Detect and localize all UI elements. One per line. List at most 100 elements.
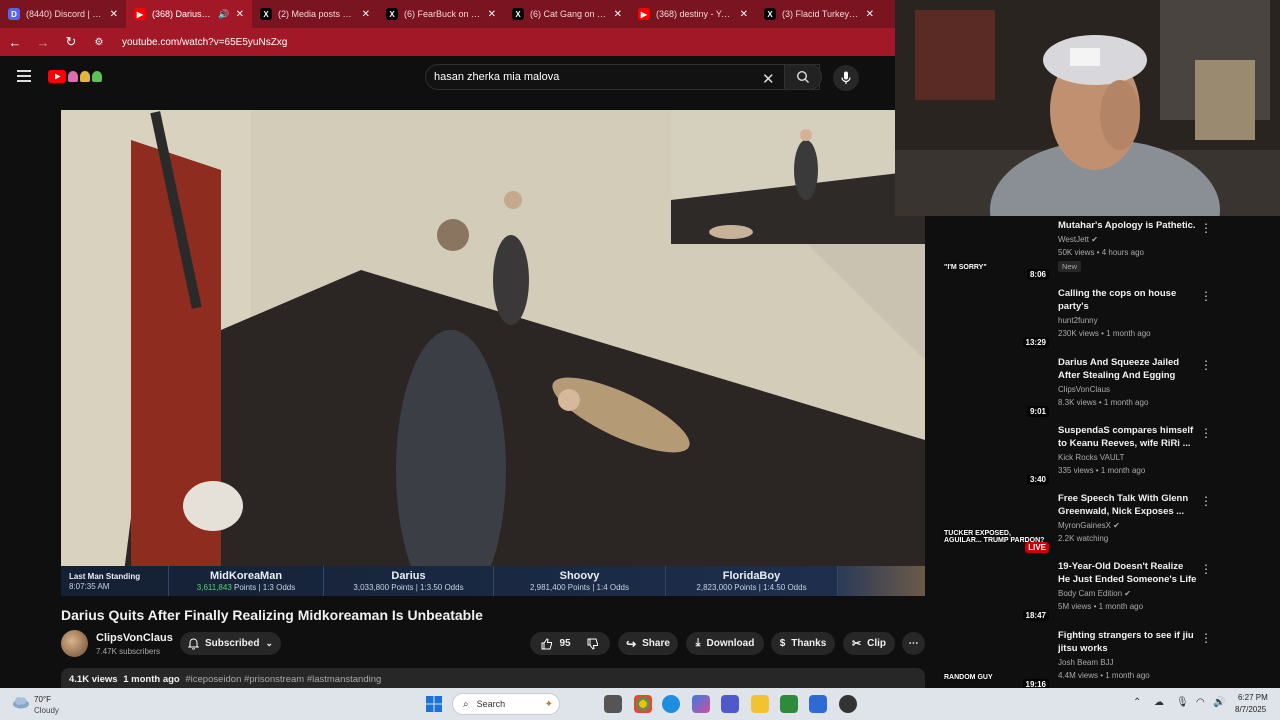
like-count: 95 bbox=[559, 638, 571, 649]
video-thumbnail[interactable]: 9:01 bbox=[940, 356, 1053, 420]
microphone-tray-icon[interactable]: 🎙 bbox=[1176, 697, 1189, 708]
more-actions-button[interactable]: ⋯ bbox=[902, 632, 925, 655]
tray-chevron-icon[interactable]: ⌃ bbox=[1133, 697, 1141, 708]
task-view-icon[interactable] bbox=[604, 695, 622, 713]
like-dislike-button[interactable]: 95 bbox=[530, 632, 610, 655]
voice-search-button[interactable] bbox=[833, 65, 859, 91]
browser-tab[interactable]: X (3) Flacid Turkey Saus ✕ bbox=[756, 0, 882, 28]
search-button[interactable] bbox=[784, 64, 822, 90]
related-channel-name[interactable]: hunt2funny bbox=[1058, 316, 1098, 325]
windows-start-icon[interactable] bbox=[426, 696, 442, 712]
xbox-icon[interactable] bbox=[780, 695, 798, 713]
related-video-item[interactable]: 13:29 Calling the cops on house party's hu… bbox=[940, 287, 1220, 351]
more-vert-icon[interactable]: ⋮ bbox=[1200, 562, 1212, 576]
close-tab-icon[interactable]: ✕ bbox=[362, 9, 370, 20]
related-video-title[interactable]: SuspendaS compares himself to Keanu Reev… bbox=[1058, 424, 1198, 450]
browser-tab[interactable]: X (6) Cat Gang on X: "N ✕ bbox=[504, 0, 630, 28]
chrome-icon[interactable] bbox=[634, 695, 652, 713]
thumbs-up-icon[interactable] bbox=[541, 637, 553, 650]
related-video-item[interactable]: 9:01 Darius And Squeeze Jailed After Stea… bbox=[940, 356, 1220, 420]
weather-cloud-icon[interactable] bbox=[12, 695, 30, 709]
clip-button[interactable]: ✂ Clip bbox=[843, 632, 895, 655]
related-video-item[interactable]: RANDOM GUY 19:16 Fighting strangers to see… bbox=[940, 629, 1220, 693]
more-vert-icon[interactable]: ⋮ bbox=[1200, 631, 1212, 645]
thumbs-down-icon[interactable] bbox=[587, 638, 599, 650]
cloud-sync-icon[interactable]: ☁ bbox=[1154, 697, 1164, 708]
clock-date[interactable]: 8/7/2025 bbox=[1235, 705, 1266, 714]
description-box[interactable]: 4.1K views 1 month ago #iceposeidon #pri… bbox=[61, 668, 925, 690]
more-vert-icon[interactable]: ⋮ bbox=[1200, 221, 1212, 235]
more-vert-icon[interactable]: ⋮ bbox=[1200, 358, 1212, 372]
close-tab-icon[interactable]: ✕ bbox=[614, 9, 622, 20]
related-video-item[interactable]: TUCKER EXPOSED, AGUILAR... TRUMP PARDON?… bbox=[940, 492, 1220, 556]
related-channel-name[interactable]: WestJett bbox=[1058, 235, 1089, 244]
subscribed-button[interactable]: Subscribed ⌄ bbox=[180, 632, 281, 655]
close-tab-icon[interactable]: ✕ bbox=[488, 9, 496, 20]
video-thumbnail[interactable]: TUCKER EXPOSED, AGUILAR... TRUMP PARDON?… bbox=[940, 492, 1053, 556]
search-input[interactable]: hasan zherka mia malova bbox=[425, 64, 820, 90]
hamburger-menu-icon[interactable] bbox=[17, 70, 31, 82]
store-icon[interactable] bbox=[809, 695, 827, 713]
browser-tab[interactable]: ▶ (368) destiny - YouTu ✕ bbox=[630, 0, 756, 28]
related-channel-name[interactable]: MyronGainesX bbox=[1058, 521, 1111, 530]
forward-icon[interactable]: → bbox=[36, 35, 50, 50]
video-player[interactable] bbox=[61, 110, 925, 596]
close-tab-icon[interactable]: ✕ bbox=[110, 9, 118, 20]
site-info-icon[interactable]: ⚙ bbox=[92, 37, 106, 48]
speaker-icon[interactable]: 🔊 bbox=[218, 9, 229, 20]
browser-tab[interactable]: D (8440) Discord | #Clip ✕ bbox=[0, 0, 126, 28]
related-video-title[interactable]: Free Speech Talk With Glenn Greenwald, N… bbox=[1058, 492, 1198, 518]
video-thumbnail[interactable]: 18:47 bbox=[940, 560, 1053, 624]
more-vert-icon[interactable]: ⋮ bbox=[1200, 426, 1212, 440]
close-tab-icon[interactable]: ✕ bbox=[866, 9, 874, 20]
related-video-title[interactable]: Mutahar's Apology is Pathetic. bbox=[1058, 219, 1198, 232]
super-thanks-icon: $ bbox=[779, 638, 786, 649]
reload-icon[interactable]: ↻ bbox=[64, 34, 78, 50]
more-vert-icon[interactable]: ⋮ bbox=[1200, 289, 1212, 303]
hashtags[interactable]: #iceposeidon #prisonstream #lastmanstand… bbox=[185, 674, 381, 685]
app-icon[interactable] bbox=[839, 695, 857, 713]
video-thumbnail[interactable]: "I'M SORRY" 8:06 bbox=[940, 219, 1053, 283]
related-video-item[interactable]: "I'M SORRY" 8:06 Mutahar's Apology is Path… bbox=[940, 219, 1220, 283]
copilot-icon[interactable] bbox=[692, 695, 710, 713]
share-button[interactable]: ↪ Share bbox=[618, 632, 678, 655]
thanks-button[interactable]: $ Thanks bbox=[771, 632, 835, 655]
clear-search-icon[interactable]: ✕ bbox=[762, 70, 775, 88]
wifi-icon[interactable]: ◠ bbox=[1196, 697, 1205, 708]
video-thumbnail[interactable]: 3:40 bbox=[940, 424, 1053, 488]
edge-icon[interactable] bbox=[662, 695, 680, 713]
related-channel-name[interactable]: Kick Rocks VAULT bbox=[1058, 453, 1124, 462]
weather-temperature[interactable]: 70°F bbox=[34, 695, 51, 704]
close-tab-icon[interactable]: ✕ bbox=[236, 9, 244, 20]
video-thumbnail[interactable]: 13:29 bbox=[940, 287, 1053, 351]
video-thumbnail[interactable]: RANDOM GUY 19:16 bbox=[940, 629, 1053, 693]
related-channel-name[interactable]: Body Cam Edition bbox=[1058, 589, 1122, 598]
related-video-item[interactable]: 3:40 SuspendaS compares himself to Keanu … bbox=[940, 424, 1220, 488]
related-meta: 230K views • 1 month ago bbox=[1058, 329, 1151, 338]
teams-icon[interactable] bbox=[721, 695, 739, 713]
verified-icon: ✔ bbox=[1091, 235, 1098, 244]
youtube-logo[interactable] bbox=[48, 69, 108, 83]
channel-avatar[interactable] bbox=[61, 630, 88, 657]
address-bar[interactable]: youtube.com/watch?v=65E5yuNsZxg bbox=[122, 37, 287, 48]
file-explorer-icon[interactable] bbox=[751, 695, 769, 713]
back-icon[interactable]: ← bbox=[8, 35, 22, 50]
taskbar-search[interactable]: ⌕ Search ✦ bbox=[452, 693, 560, 715]
clock-time[interactable]: 6:27 PM bbox=[1238, 693, 1268, 702]
browser-tab[interactable]: X (6) FearBuck on X: "Be ✕ bbox=[378, 0, 504, 28]
channel-name[interactable]: ClipsVonClaus bbox=[96, 632, 173, 644]
related-video-title[interactable]: Fighting strangers to see if jiu jitsu w… bbox=[1058, 629, 1198, 655]
volume-icon[interactable]: 🔊 bbox=[1213, 697, 1225, 708]
browser-tab[interactable]: X (2) Media posts by ye ✕ bbox=[252, 0, 378, 28]
more-vert-icon[interactable]: ⋮ bbox=[1200, 494, 1212, 508]
close-tab-icon[interactable]: ✕ bbox=[740, 9, 748, 20]
related-channel-name[interactable]: Josh Beam BJJ bbox=[1058, 658, 1114, 667]
related-video-title[interactable]: 19-Year-Old Doesn't Realize He Just Ende… bbox=[1058, 560, 1198, 586]
weather-condition[interactable]: Cloudy bbox=[34, 706, 59, 715]
related-video-item[interactable]: 18:47 19-Year-Old Doesn't Realize He Just… bbox=[940, 560, 1220, 624]
browser-tab[interactable]: ▶ (368) Darius Quits 🔊 ✕ bbox=[126, 0, 252, 28]
download-button[interactable]: ⤓ Download bbox=[686, 632, 764, 655]
related-channel-name[interactable]: ClipsVonClaus bbox=[1058, 385, 1110, 394]
related-video-title[interactable]: Darius And Squeeze Jailed After Stealing… bbox=[1058, 356, 1198, 382]
related-video-title[interactable]: Calling the cops on house party's bbox=[1058, 287, 1198, 313]
